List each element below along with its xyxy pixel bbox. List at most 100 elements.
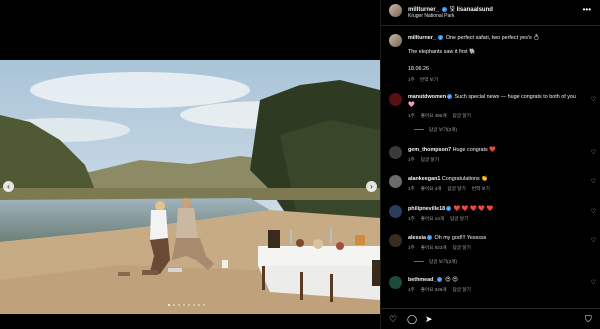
heart-icon[interactable]: ♡ [389,314,397,324]
commenter-username[interactable]: alankeegan1 [408,176,440,182]
comment-likes[interactable]: 좋아요 495개 [421,113,447,118]
chevron-left-icon: ‹ [7,182,10,191]
like-comment-heart-icon[interactable]: ♡ [591,96,596,103]
verified-badge-icon: ✓ [438,35,444,41]
view-replies-button[interactable]: 답글 보기(2개) [414,127,457,133]
next-slide-button[interactable]: › [366,181,377,192]
view-replies-label: 답글 보기(2개) [429,259,458,264]
comment-meta: 1주 좋아요 13개 답글 달기 [408,216,474,222]
comment-likes[interactable]: 좋아요 4개 [421,186,442,191]
comment-time: 1주 [408,186,415,191]
comment-meta: 1주 좋아요 495개 답글 달기 [408,113,477,119]
carousel-indicators [168,304,205,306]
carousel-dot[interactable] [193,304,195,306]
see-translation-link[interactable]: 번역 보기 [420,77,438,82]
caption-time: 1주 [408,77,415,82]
carousel-dot[interactable] [183,304,185,306]
carousel-dot[interactable] [203,304,205,306]
post-photo[interactable] [0,60,380,314]
comment-time: 1주 [408,113,415,118]
commenter-avatar[interactable] [389,175,402,188]
comment-likes[interactable]: 좋아요 13개 [421,216,444,221]
replies-divider [414,129,424,131]
comment-text: alessia ✓ Oh my god!!! Yesssss [408,235,583,243]
author-avatar[interactable] [389,4,402,17]
replies-divider [414,261,424,263]
comment-time: 1주 [408,287,415,292]
reply-button[interactable]: 답글 달기 [453,245,471,250]
carousel-dot[interactable] [198,304,200,306]
view-replies-label: 답글 보기(2개) [429,127,458,132]
post-authors: millturner_ ✓ 및 lisanaalsund [408,4,493,13]
commenter-avatar[interactable] [389,234,402,247]
comment-meta: 1주 답글 달기 [408,157,445,163]
coauthor-username[interactable]: lisanaalsund [457,7,493,13]
commenter-username[interactable]: philipneville18 [408,206,445,212]
comment-text: manutdwomen ✓ Such special news — huge co… [408,94,583,109]
comment-meta: 1주 좋아요 4개 답글 달기 번역 보기 [408,186,496,192]
like-comment-heart-icon[interactable]: ♡ [591,237,596,244]
photo-scene [0,60,380,314]
caption-meta: 1주 번역 보기 [408,77,438,83]
reply-button[interactable]: 답글 달기 [450,216,468,221]
more-options-icon[interactable]: ••• [583,5,591,14]
caption-avatar[interactable] [389,34,402,47]
commenter-avatar[interactable] [389,276,402,289]
comment-time: 1주 [408,157,415,162]
commenter-avatar[interactable] [389,93,402,106]
comment-meta: 1주 좋아요 923개 답글 달기 [408,245,477,251]
commenter-username[interactable]: alessia [408,235,426,241]
commenter-username[interactable]: bethmead_ [408,277,436,283]
like-comment-heart-icon[interactable]: ♡ [591,279,596,286]
bookmark-icon[interactable]: ⛉ [585,314,592,324]
see-translation-link[interactable]: 번역 보기 [472,186,490,191]
comment-text: alankeegan1 Congratulations 👏 [408,176,583,184]
comment-meta: 1주 좋아요 346개 답글 달기 [408,287,477,293]
media-pane: ‹ › [0,0,380,329]
view-replies-button[interactable]: 답글 보기(2개) [414,259,457,265]
reply-button[interactable]: 답글 달기 [448,186,466,191]
post-header: millturner_ ✓ 및 lisanaalsund Kruger Nati… [381,0,600,26]
carousel-dot[interactable] [178,304,180,306]
caption-username[interactable]: millturner_ [408,35,436,41]
comment-text: bethmead_ ✓ 😍 😍 [408,277,583,285]
commenter-username[interactable]: gem_thompson7 [408,147,451,153]
comment-time: 1주 [408,245,415,250]
caption-line-1: millturner_ ✓ One perfect safari, two pe… [408,35,540,41]
verified-badge-icon: ✓ [437,277,443,283]
previous-slide-button[interactable]: ‹ [3,181,14,192]
comment-text: philipneville18 ✓ ❤️ ❤️ ❤️ ❤️ ❤️ [408,206,583,214]
comment-icon[interactable]: ◯ [407,314,417,324]
carousel-dot[interactable] [173,304,175,306]
comment-body: Congratulations 👏 [441,176,488,182]
chevron-right-icon: › [370,182,373,191]
caption-date: 18.06.26 [408,66,429,72]
side-panel: millturner_ ✓ 및 lisanaalsund Kruger Nati… [380,0,600,329]
share-icon[interactable]: ➤ [425,314,433,324]
reply-button[interactable]: 답글 달기 [453,287,471,292]
verified-badge-icon: ✓ [447,94,453,100]
commenter-username[interactable]: manutdwomen [408,94,446,100]
verified-badge-icon: ✓ [441,6,447,12]
like-comment-heart-icon[interactable]: ♡ [591,208,596,215]
comment-body: Huge congrats ❤️ [452,147,496,153]
comment-likes[interactable]: 좋아요 923개 [421,245,447,250]
comment-likes[interactable]: 좋아요 346개 [421,287,447,292]
commenter-avatar[interactable] [389,205,402,218]
comment-body: Oh my god!!! Yesssss [434,235,487,241]
like-comment-heart-icon[interactable]: ♡ [591,178,596,185]
like-comment-heart-icon[interactable]: ♡ [591,149,596,156]
carousel-dot[interactable] [168,304,170,306]
carousel-dot[interactable] [188,304,190,306]
comment-body: 😍 😍 [444,277,458,283]
verified-badge-icon: ✓ [427,235,432,241]
comment-text: gem_thompson7 Huge congrats ❤️ [408,147,583,155]
commenter-avatar[interactable] [389,146,402,159]
comment-body: ❤️ ❤️ ❤️ ❤️ ❤️ [453,206,494,212]
post-location[interactable]: Kruger National Park [408,13,454,19]
reply-button[interactable]: 답글 달기 [453,113,471,118]
actions-bar: ♡ ◯ ➤ ⛉ [381,308,600,329]
comment-time: 1주 [408,216,415,221]
reply-button[interactable]: 답글 달기 [421,157,439,162]
caption-text: One perfect safari, two perfect yes's 💍 [445,35,540,41]
